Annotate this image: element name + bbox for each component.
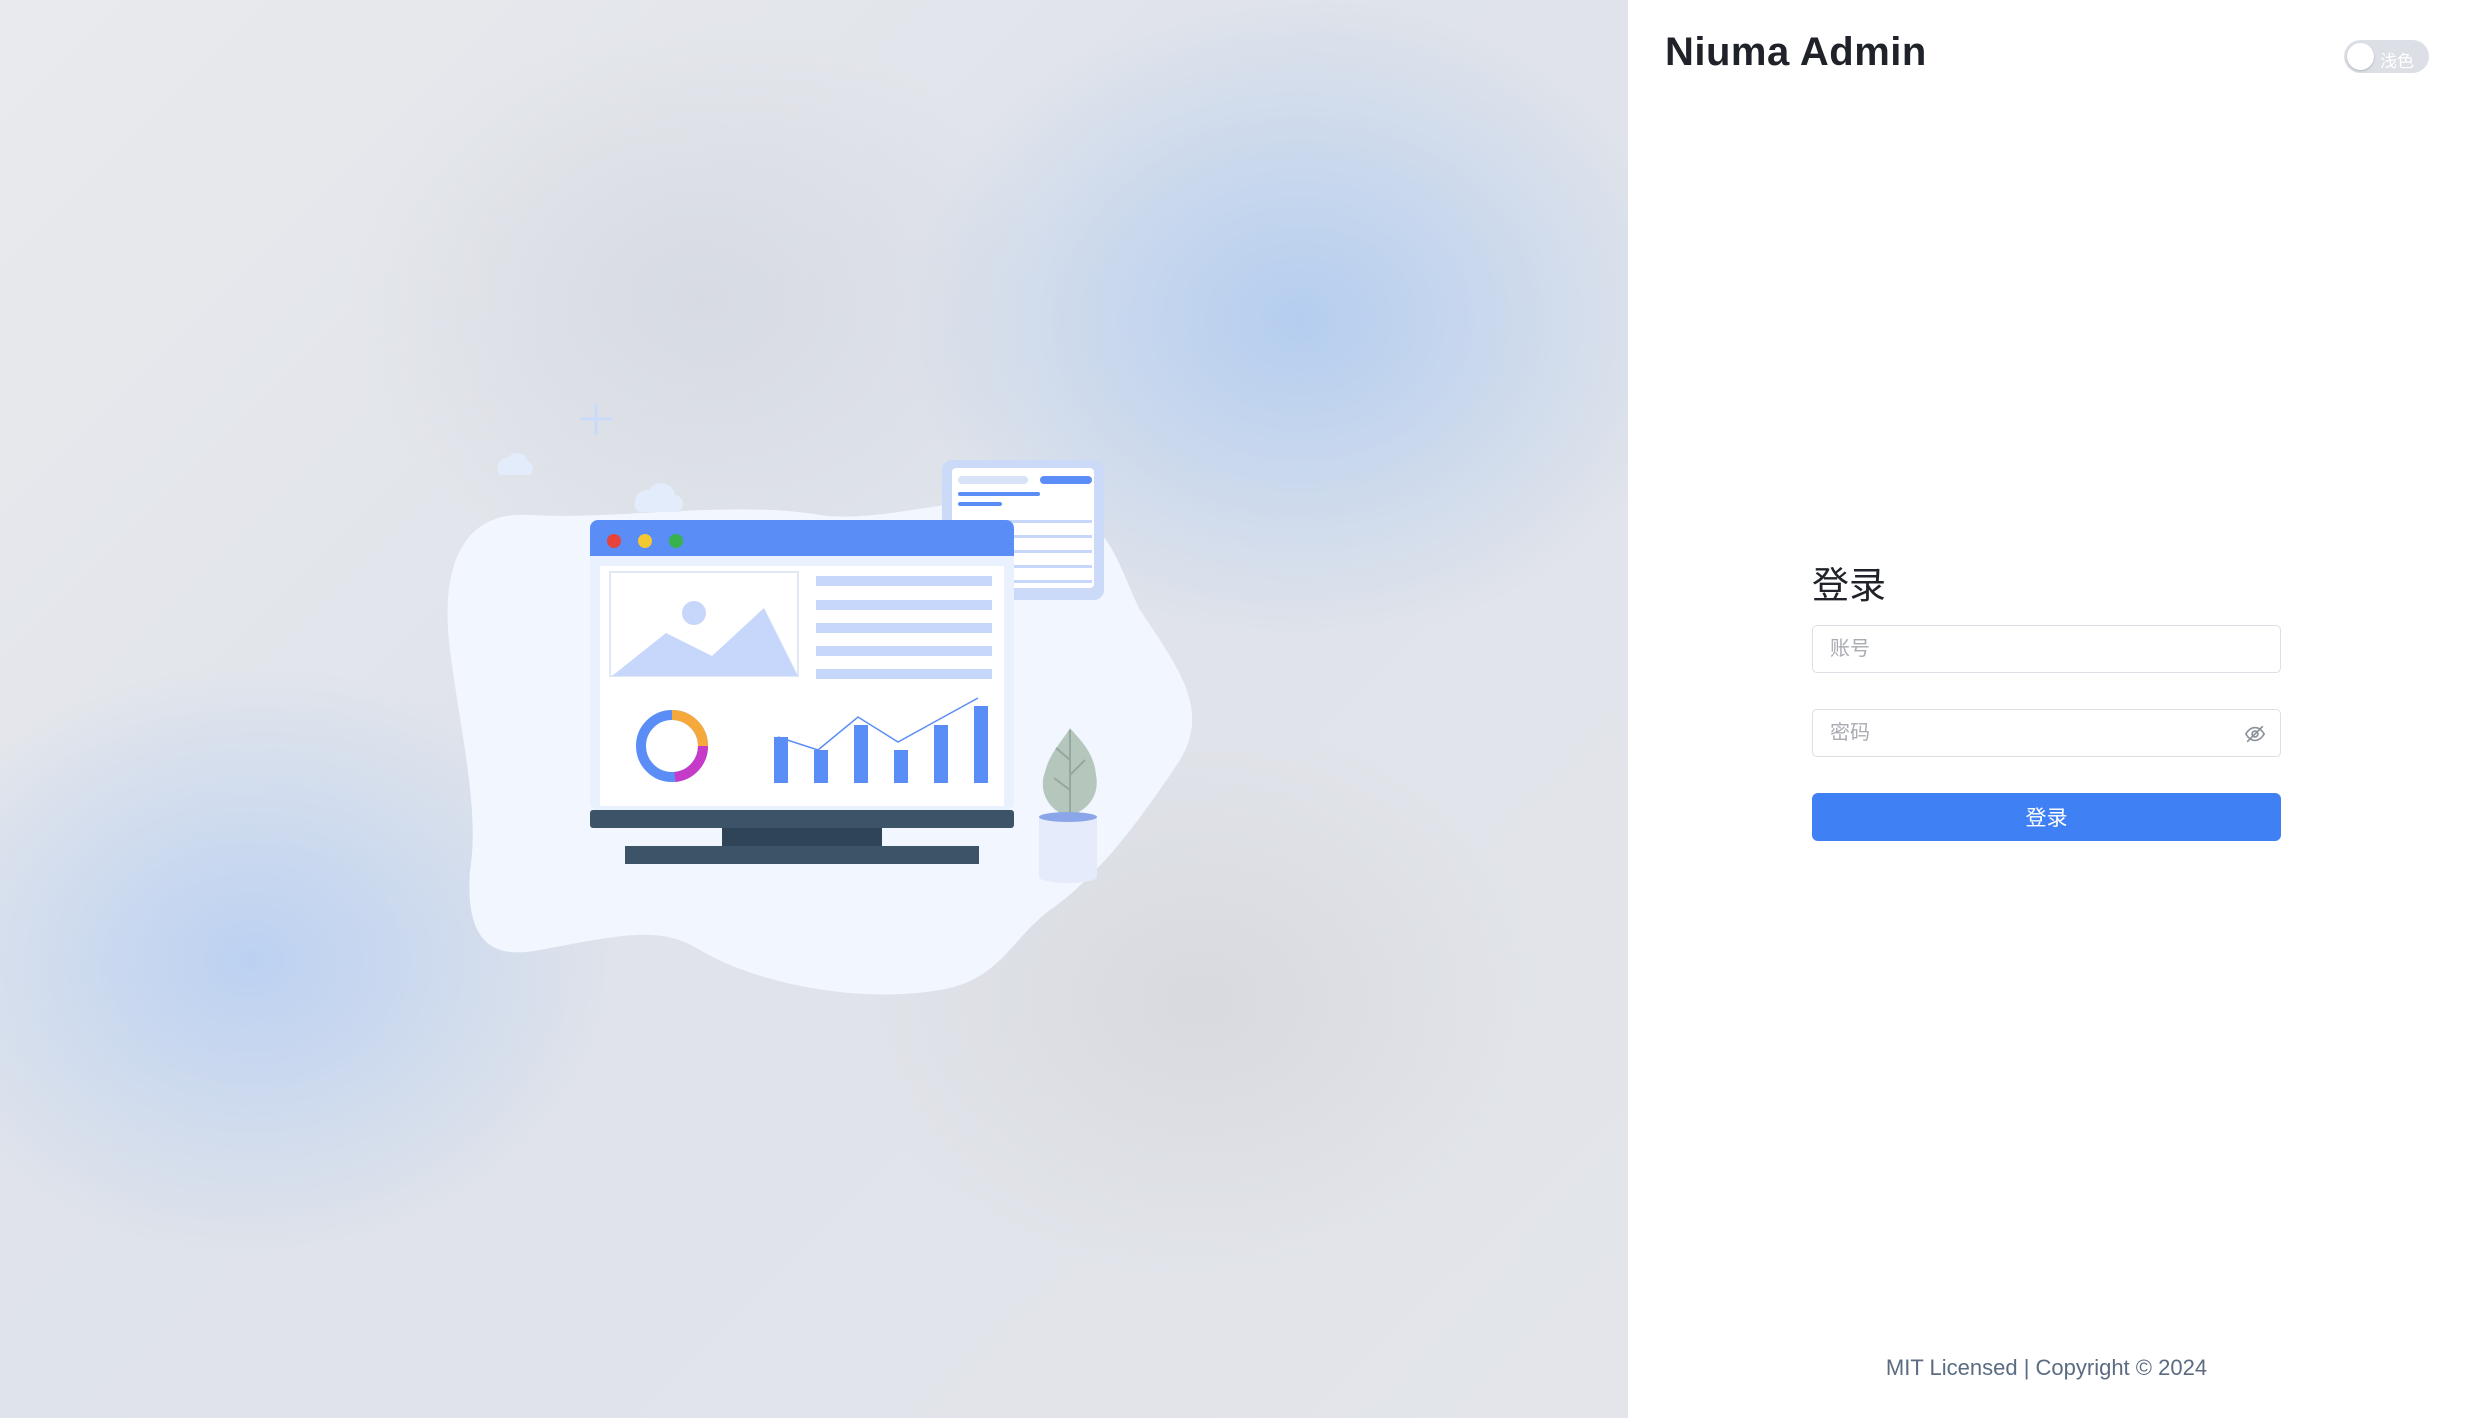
password-input[interactable] xyxy=(1813,710,2280,756)
login-heading: 登录 xyxy=(1812,565,1886,606)
theme-toggle-label: 浅色 xyxy=(2380,52,2414,71)
cloud-large xyxy=(634,482,683,512)
login-button[interactable]: 登录 xyxy=(1812,793,2281,841)
password-field xyxy=(1812,709,2281,757)
monitor xyxy=(590,520,1014,864)
username-field xyxy=(1812,625,2281,673)
footer-copyright: MIT Licensed | Copyright © 2024 xyxy=(1885,1355,2208,1380)
login-panel: Niuma Admin 浅色 登录 登录 MIT Licensed | Copy… xyxy=(1628,0,2465,1418)
illustration-panel xyxy=(0,0,1628,1418)
dashboard-illustration xyxy=(447,403,1193,995)
app-title: Niuma Admin xyxy=(1665,30,1927,74)
cloud-small xyxy=(497,453,533,475)
plus-decoration xyxy=(580,403,612,435)
login-form: 登录 登录 xyxy=(1812,555,2281,841)
theme-toggle-switch[interactable]: 浅色 xyxy=(2344,40,2429,73)
eye-off-icon[interactable] xyxy=(2244,723,2266,745)
username-input[interactable] xyxy=(1813,626,2280,672)
theme-toggle-knob[interactable] xyxy=(2347,43,2374,70)
